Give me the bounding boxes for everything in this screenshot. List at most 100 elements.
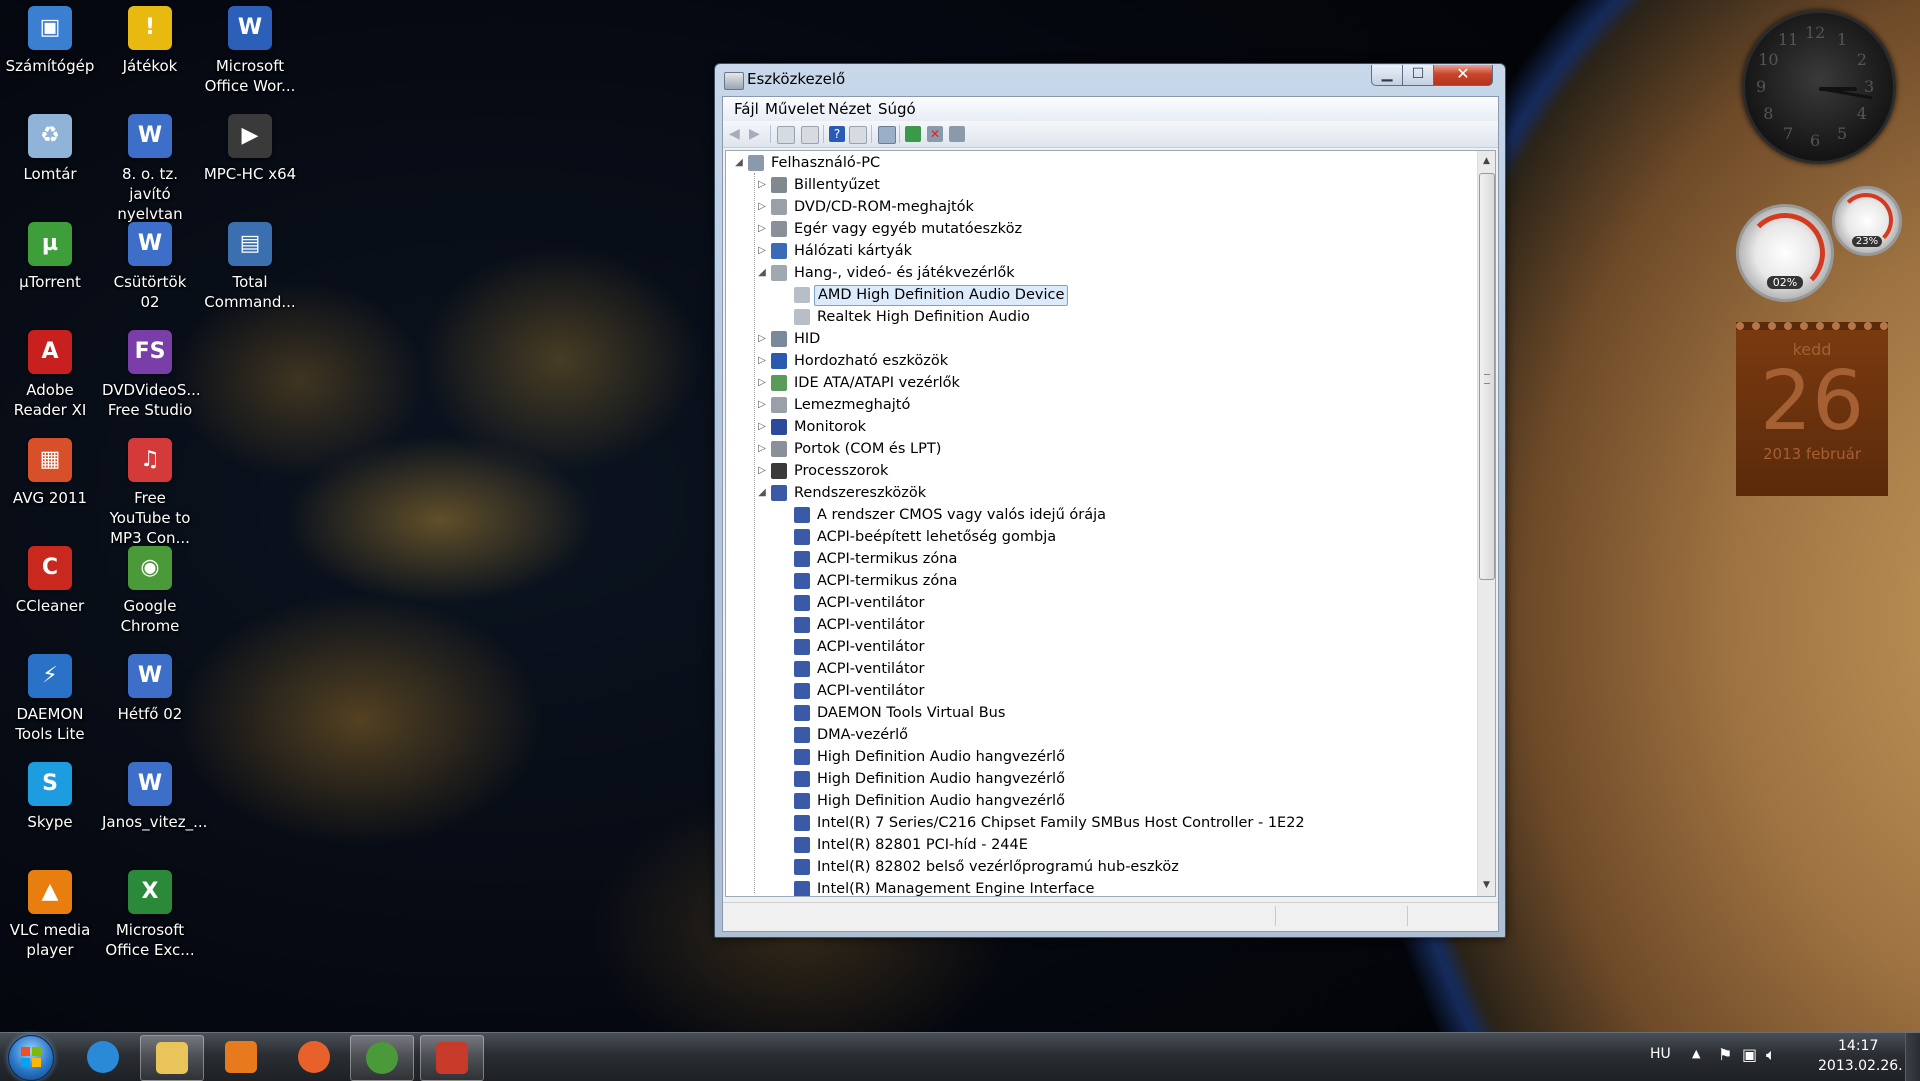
tree-device[interactable]: ACPI-termikus zóna — [726, 548, 1476, 570]
clock-time[interactable]: 14:17 — [1838, 1038, 1878, 1054]
tree-category[interactable]: ▷ Billentyűzet — [726, 174, 1476, 196]
desktop-icon[interactable]: ▦ AVG 2011 — [2, 434, 98, 508]
taskbar-button[interactable] — [420, 1035, 484, 1081]
tree-device[interactable]: Intel(R) 82801 PCI-híd - 244E — [726, 834, 1476, 856]
clock-gadget[interactable]: 12 1 2 3 4 5 6 7 8 9 10 11 — [1742, 10, 1896, 164]
show-desktop-button[interactable] — [1905, 1033, 1920, 1081]
expand-arrow-icon[interactable]: ▷ — [757, 174, 767, 196]
desktop-icon[interactable]: µ µTorrent — [2, 218, 98, 292]
expand-arrow-icon[interactable]: ▷ — [757, 372, 767, 394]
desktop-icon[interactable]: ♻ Lomtár — [2, 110, 98, 184]
update-driver-icon[interactable] — [905, 126, 921, 142]
expand-arrow-icon[interactable]: ▷ — [757, 460, 767, 482]
tree-device[interactable]: High Definition Audio hangvezérlő — [726, 768, 1476, 790]
expand-arrow-icon[interactable]: ▷ — [757, 438, 767, 460]
collapse-arrow-icon[interactable]: ◢ — [734, 152, 744, 174]
tree-category[interactable]: ▷ Hordozható eszközök — [726, 350, 1476, 372]
tree-device[interactable]: Intel(R) Management Engine Interface — [726, 878, 1476, 896]
network-icon[interactable]: ▣ — [1742, 1045, 1757, 1064]
device-tree[interactable]: ▲ ▼ ◢ Felhasználó-PC ▷ Billentyűzet ▷ DVD/CD-… — [725, 150, 1496, 897]
tree-device[interactable]: A rendszer CMOS vagy valós idejű órája — [726, 504, 1476, 526]
expand-arrow-icon[interactable]: ▷ — [757, 394, 767, 416]
start-button[interactable] — [8, 1035, 54, 1081]
tree-device[interactable]: ACPI-termikus zóna — [726, 570, 1476, 592]
tree-device[interactable]: Realtek High Definition Audio — [726, 306, 1476, 328]
tree-category[interactable]: ▷ IDE ATA/ATAPI vezérlők — [726, 372, 1476, 394]
desktop-icon[interactable]: ⚡ DAEMON Tools Lite — [2, 650, 98, 744]
collapse-arrow-icon[interactable]: ◢ — [757, 482, 767, 504]
expand-arrow-icon[interactable]: ▷ — [757, 240, 767, 262]
desktop-icon[interactable]: W Microsoft Office Wor... — [202, 2, 298, 96]
taskbar-button[interactable] — [140, 1035, 204, 1081]
tree-category[interactable]: ▷ Hálózati kártyák — [726, 240, 1476, 262]
desktop-icon[interactable]: ♫ Free YouTube to MP3 Con... — [102, 434, 198, 548]
volume-icon[interactable]: 🔈︎ — [1766, 1045, 1776, 1065]
taskbar-button[interactable] — [210, 1035, 272, 1079]
tree-category[interactable]: ▷ Lemezmeghajtó — [726, 394, 1476, 416]
properties-view-icon[interactable] — [801, 126, 819, 144]
properties-icon[interactable] — [849, 126, 867, 144]
desktop-icon[interactable]: W Hétfő 02 — [102, 650, 198, 724]
tree-category[interactable]: ▷ Processzorok — [726, 460, 1476, 482]
tree-category[interactable]: ▷ Portok (COM és LPT) — [726, 438, 1476, 460]
tree-device[interactable]: DAEMON Tools Virtual Bus — [726, 702, 1476, 724]
taskbar-button[interactable] — [72, 1035, 134, 1079]
show-hide-console-tree-icon[interactable] — [777, 126, 795, 144]
menu-action[interactable]: Művelet — [765, 100, 825, 118]
menu-file[interactable]: Fájl — [734, 100, 759, 118]
desktop-icon[interactable]: ◉ Google Chrome — [102, 542, 198, 636]
desktop-icon[interactable]: FS DVDVideoS... Free Studio — [102, 326, 201, 420]
taskbar-button[interactable] — [350, 1035, 414, 1081]
taskbar-button[interactable] — [283, 1035, 345, 1079]
tree-device[interactable]: DMA-vezérlő — [726, 724, 1476, 746]
tree-device[interactable]: ACPI-ventilátor — [726, 658, 1476, 680]
scan-hardware-icon[interactable] — [878, 126, 896, 144]
desktop-icon[interactable]: W Janos_vitez_... — [102, 758, 207, 832]
tree-device[interactable]: ACPI-ventilátor — [726, 614, 1476, 636]
minimize-button[interactable]: ▁ — [1371, 65, 1403, 86]
tree-category[interactable]: ◢ Hang-, videó- és játékvezérlők — [726, 262, 1476, 284]
maximize-button[interactable]: ☐ — [1402, 65, 1434, 86]
tree-device[interactable]: ACPI-ventilátor — [726, 680, 1476, 702]
back-arrow-icon[interactable]: ◀ — [729, 126, 745, 142]
menu-view[interactable]: Nézet — [828, 100, 871, 118]
desktop-icon[interactable]: A Adobe Reader XI — [2, 326, 98, 420]
vertical-scrollbar[interactable]: ▲ ▼ — [1477, 151, 1495, 896]
tree-device[interactable]: Intel(R) 7 Series/C216 Chipset Family SM… — [726, 812, 1476, 834]
tree-device[interactable]: High Definition Audio hangvezérlő — [726, 790, 1476, 812]
help-icon[interactable]: ? — [829, 126, 845, 142]
tree-category[interactable]: ▷ Monitorok — [726, 416, 1476, 438]
forward-arrow-icon[interactable]: ▶ — [749, 126, 765, 142]
tree-device[interactable]: High Definition Audio hangvezérlő — [726, 746, 1476, 768]
tree-device[interactable]: ACPI-beépített lehetőség gombja — [726, 526, 1476, 548]
expand-arrow-icon[interactable]: ▷ — [757, 218, 767, 240]
tree-category[interactable]: ◢ Rendszereszközök — [726, 482, 1476, 504]
desktop-icon[interactable]: ▤ Total Command... — [202, 218, 298, 312]
close-button[interactable]: ✕ — [1433, 65, 1493, 86]
tree-root[interactable]: ◢ Felhasználó-PC — [726, 152, 1476, 174]
tree-device[interactable]: Intel(R) 82802 belső vezérlőprogramú hub… — [726, 856, 1476, 878]
expand-arrow-icon[interactable]: ▷ — [757, 196, 767, 218]
clock-date[interactable]: 2013.02.26. — [1818, 1058, 1903, 1074]
tree-category[interactable]: ▷ DVD/CD-ROM-meghajtók — [726, 196, 1476, 218]
action-center-flag-icon[interactable]: ⚑ — [1718, 1045, 1732, 1064]
menu-help[interactable]: Súgó — [878, 100, 916, 118]
title-bar[interactable]: Eszközkezelő ▁ ☐ ✕ — [715, 64, 1505, 96]
desktop-icon[interactable]: ▣ Számítógép — [2, 2, 98, 76]
collapse-arrow-icon[interactable]: ◢ — [757, 262, 767, 284]
tree-device[interactable]: ACPI-ventilátor — [726, 592, 1476, 614]
tree-category[interactable]: ▷ Egér vagy egyéb mutatóeszköz — [726, 218, 1476, 240]
expand-arrow-icon[interactable]: ▷ — [757, 416, 767, 438]
tree-device[interactable]: ACPI-ventilátor — [726, 636, 1476, 658]
tree-category[interactable]: ▷ HID — [726, 328, 1476, 350]
calendar-gadget[interactable]: kedd 26 2013 február — [1736, 322, 1888, 496]
cpu-meter-gadget[interactable]: 02% 23% — [1736, 186, 1902, 302]
desktop-icon[interactable]: ▶ MPC-HC x64 — [202, 110, 298, 184]
scroll-up-icon[interactable]: ▲ — [1478, 153, 1495, 170]
device-manager-window[interactable]: Eszközkezelő ▁ ☐ ✕ Fájl Művelet Nézet Sú… — [714, 63, 1506, 938]
expand-arrow-icon[interactable]: ▷ — [757, 328, 767, 350]
scroll-down-icon[interactable]: ▼ — [1478, 877, 1495, 894]
desktop-icon[interactable]: X Microsoft Office Exc... — [102, 866, 198, 960]
desktop-icon[interactable]: S Skype — [2, 758, 98, 832]
desktop-icon[interactable]: C CCleaner — [2, 542, 98, 616]
